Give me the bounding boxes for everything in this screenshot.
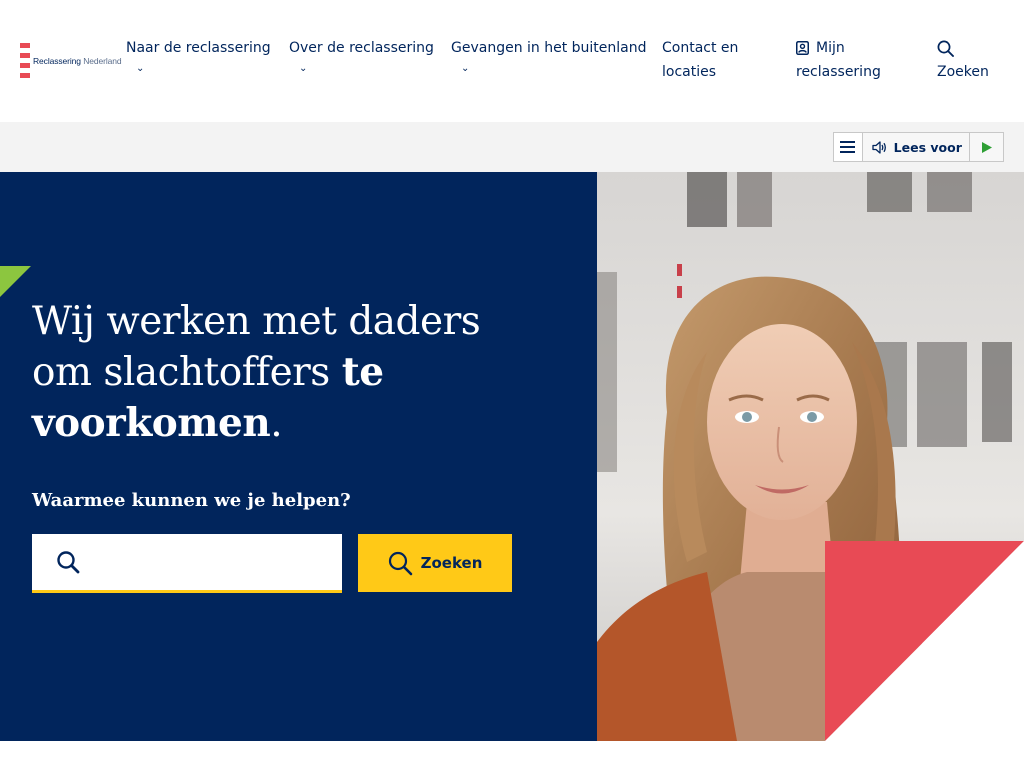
nav-naar-de-reclassering[interactable]: Naar de reclassering ⌄ xyxy=(126,36,271,76)
search-button[interactable]: Zoeken xyxy=(358,534,512,592)
speaker-icon xyxy=(872,140,886,154)
user-badge-icon xyxy=(796,41,809,55)
hero-section: Wij werken met daders om slachtoffers te… xyxy=(0,172,1024,741)
lees-voor-button[interactable]: Lees voor xyxy=(863,140,970,155)
play-icon[interactable] xyxy=(969,133,1003,161)
search-button-label: Zoeken xyxy=(420,554,483,572)
search-icon xyxy=(32,550,104,574)
nav-mijn-reclassering[interactable]: Mijn reclassering xyxy=(796,36,881,84)
search-icon xyxy=(388,551,412,575)
logo-text: Reclassering Nederland xyxy=(33,56,122,66)
hero-photo xyxy=(597,172,1024,741)
nav-label-line1: Mijn xyxy=(816,40,845,56)
help-label: Waarmee kunnen we je helpen? xyxy=(32,490,351,511)
readspeaker-widget: Lees voor xyxy=(833,132,1004,162)
hero-title-regular: Wij werken met daders om slachtoffers xyxy=(32,299,481,395)
search-icon xyxy=(937,36,989,60)
hero-photo-illustration xyxy=(597,172,1024,741)
chevron-down-icon: ⌄ xyxy=(136,63,145,74)
hero-panel: Wij werken met daders om slachtoffers te… xyxy=(0,172,597,741)
page-bottom xyxy=(0,741,1024,768)
nav-label: Zoeken xyxy=(937,64,989,80)
chevron-down-icon: ⌄ xyxy=(461,63,470,74)
hero-search-field[interactable] xyxy=(32,534,342,593)
green-corner-decoration xyxy=(0,266,31,297)
nav-label: Gevangen in het buitenland xyxy=(451,40,647,56)
nav-label-line2: reclassering xyxy=(796,64,881,80)
logo-brand: Reclassering xyxy=(33,55,81,66)
nav-label-line2: locaties xyxy=(662,64,717,80)
hero-title: Wij werken met daders om slachtoffers te… xyxy=(32,296,532,449)
hero-search-input[interactable] xyxy=(104,542,324,582)
logo-mark-icon xyxy=(20,43,30,78)
site-header: Reclassering Nederland Naar de reclasser… xyxy=(0,0,1024,122)
nav-over-de-reclassering[interactable]: Over de reclassering ⌄ xyxy=(289,36,434,76)
site-logo[interactable]: Reclassering Nederland xyxy=(20,43,122,78)
nav-label: Over de reclassering xyxy=(289,40,434,56)
chevron-down-icon: ⌄ xyxy=(299,63,308,74)
nav-zoeken[interactable]: Zoeken xyxy=(937,36,989,84)
nav-label: Naar de reclassering xyxy=(126,40,271,56)
nav-gevangen-in-het-buitenland[interactable]: Gevangen in het buitenland ⌄ xyxy=(451,36,647,76)
nav-contact-en-locaties[interactable]: Contact en locaties xyxy=(662,36,738,84)
hero-title-end: . xyxy=(270,401,283,446)
toolbar-strip: Lees voor xyxy=(0,122,1024,172)
logo-suffix: Nederland xyxy=(83,55,122,66)
lees-voor-label: Lees voor xyxy=(893,139,962,155)
nav-label-line1: Contact en xyxy=(662,40,739,56)
menu-icon[interactable] xyxy=(834,133,863,161)
